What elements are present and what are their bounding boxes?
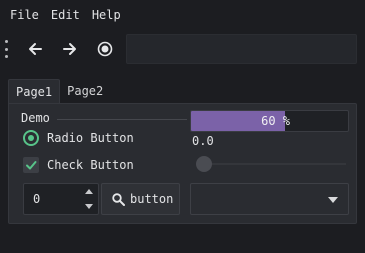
arrow-right-icon — [63, 43, 76, 55]
forward-button[interactable] — [55, 34, 85, 64]
chevron-down-icon — [85, 204, 93, 209]
application-window: File Edit Help Page1 Page2 Demo Radio Bu… — [0, 0, 365, 253]
spinbox-up-button[interactable] — [80, 184, 98, 199]
tab-page2[interactable]: Page2 — [60, 79, 110, 104]
check-button-label: Check Button — [47, 158, 134, 172]
progress-bar: 60 % — [190, 110, 349, 132]
radio-button[interactable]: Radio Button — [23, 128, 134, 148]
spinbox-buttons — [80, 184, 98, 214]
spinbox-down-button[interactable] — [80, 199, 98, 214]
tab-bar: Page1 Page2 — [8, 79, 110, 104]
toolbar — [0, 30, 365, 68]
stop-button[interactable] — [90, 34, 120, 64]
slider-value-label: 0.0 — [192, 134, 214, 148]
radio-button-label: Radio Button — [47, 131, 134, 145]
spinbox-value: 0 — [33, 192, 41, 206]
spinbox[interactable]: 0 — [23, 183, 99, 215]
tab-page1[interactable]: Page1 — [8, 79, 61, 104]
checkbox-indicator — [23, 157, 39, 173]
tab-panel-page1: Demo Radio Button Check Button 0 button … — [8, 103, 357, 224]
slider[interactable] — [196, 156, 346, 172]
toolbar-line-edit[interactable] — [126, 34, 357, 64]
menu-edit[interactable]: Edit — [45, 0, 86, 30]
slider-handle[interactable] — [196, 156, 212, 172]
arrow-left-icon — [29, 43, 42, 55]
slider-groove — [196, 163, 346, 165]
checkmark-icon — [26, 161, 37, 170]
tool-button-label: button — [130, 192, 174, 206]
progress-text: 60 % — [261, 114, 290, 128]
group-box-divider — [57, 119, 187, 120]
chevron-down-icon — [328, 197, 338, 203]
radio-indicator — [23, 130, 39, 146]
check-button[interactable]: Check Button — [23, 155, 134, 175]
menubar: File Edit Help — [0, 0, 365, 30]
combo-box[interactable] — [190, 183, 349, 215]
menu-file[interactable]: File — [4, 0, 45, 30]
search-tool-button[interactable]: button — [101, 183, 180, 215]
back-button[interactable] — [20, 34, 50, 64]
radio-circle-icon — [97, 41, 113, 57]
group-box-title: Demo — [21, 111, 50, 125]
toolbar-grip-handle[interactable] — [4, 40, 8, 58]
search-icon — [112, 192, 125, 206]
chevron-up-icon — [85, 189, 93, 194]
menu-help[interactable]: Help — [86, 0, 127, 30]
